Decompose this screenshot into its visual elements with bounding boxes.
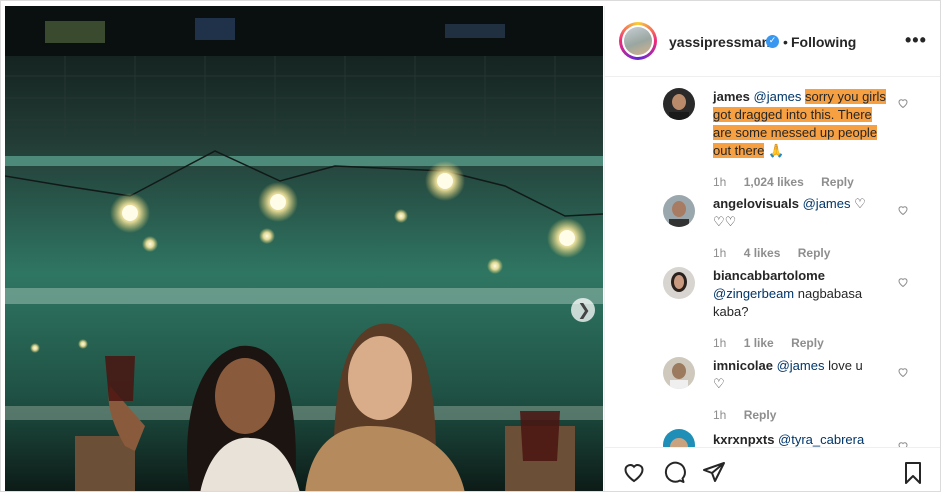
comment-likes[interactable]: 4 likes <box>744 246 781 260</box>
comment-time[interactable]: 1h <box>713 408 726 422</box>
comment-time[interactable]: 1h <box>713 246 726 260</box>
comment-list[interactable]: james @james sorry you girls got dragged… <box>605 77 940 447</box>
more-options-button[interactable]: ••• <box>905 30 927 51</box>
like-comment-heart-icon[interactable] <box>897 203 909 216</box>
comment-time[interactable]: 1h <box>713 336 726 350</box>
comment-text: angelovisuals @james ♡ ♡♡ <box>713 195 889 231</box>
post-photo[interactable]: ❯ <box>5 6 603 491</box>
commenter-avatar[interactable] <box>663 357 695 389</box>
emoji: 🙏 <box>767 143 785 158</box>
like-comment-heart-icon[interactable] <box>897 275 909 288</box>
comment-meta: 1h 4 likes Reply <box>713 246 844 260</box>
comment-icon[interactable] <box>661 460 687 489</box>
mention-link[interactable]: @zingerbeam <box>713 286 794 301</box>
comment-username[interactable]: imnicolae <box>713 358 773 373</box>
comment-meta: 1h 1 like Reply <box>713 336 838 350</box>
heart-icon[interactable] <box>621 460 647 489</box>
commenter-avatar[interactable] <box>663 429 695 447</box>
commenter-avatar[interactable] <box>663 88 695 120</box>
post-header: yassipressman ✓ • Following ••• <box>605 6 940 77</box>
reply-button[interactable]: Reply <box>744 408 777 422</box>
separator: • <box>783 34 788 50</box>
mention-link[interactable]: @james <box>803 196 851 211</box>
commenter-avatar[interactable] <box>663 267 695 299</box>
comment-likes[interactable]: 1 like <box>744 336 774 350</box>
comment-username[interactable]: james <box>713 89 750 104</box>
verified-icon: ✓ <box>766 35 779 48</box>
side-panel: yassipressman ✓ • Following ••• james @j… <box>604 6 940 491</box>
comment-username[interactable]: angelovisuals <box>713 196 799 211</box>
comment-meta: 1h 1,024 likes Reply <box>713 175 868 189</box>
reply-button[interactable]: Reply <box>821 175 854 189</box>
comment-likes[interactable]: 1,024 likes <box>744 175 804 189</box>
comment-text: kxrxnpxts @tyra_cabrera <box>713 431 889 447</box>
like-comment-heart-icon[interactable] <box>897 365 909 378</box>
mention-link[interactable]: @james <box>754 89 802 104</box>
mention-link[interactable]: @james <box>777 358 825 373</box>
comment-text: biancabbartolome @zingerbeam nagbabasa k… <box>713 267 889 321</box>
mention-link[interactable]: @tyra_cabrera <box>778 432 864 447</box>
reply-button[interactable]: Reply <box>798 246 831 260</box>
following-button[interactable]: Following <box>791 34 856 50</box>
comment-body: love u <box>828 358 863 373</box>
comment-meta: 1h Reply <box>713 408 790 422</box>
action-bar <box>605 447 940 491</box>
reply-button[interactable]: Reply <box>791 336 824 350</box>
comment-time[interactable]: 1h <box>713 175 726 189</box>
post-viewer: ❯ yassipressman ✓ • Following ••• james … <box>0 0 941 492</box>
avatar[interactable] <box>619 22 657 60</box>
emoji: ♡ <box>713 376 725 391</box>
comment-text: james @james sorry you girls got dragged… <box>713 88 889 160</box>
comment-username[interactable]: kxrxnpxts <box>713 432 774 447</box>
username[interactable]: yassipressman <box>669 34 770 50</box>
post-photo-graphic <box>5 6 603 491</box>
bookmark-icon[interactable] <box>901 460 925 491</box>
comment-username[interactable]: biancabbartolome <box>713 268 825 283</box>
like-comment-heart-icon[interactable] <box>897 439 909 447</box>
share-icon[interactable] <box>701 460 727 489</box>
commenter-avatar[interactable] <box>663 195 695 227</box>
comment-text: imnicolae @james love u ♡ <box>713 357 889 393</box>
chevron-right-icon: ❯ <box>577 300 591 319</box>
next-photo-button[interactable]: ❯ <box>571 298 595 322</box>
like-comment-heart-icon[interactable] <box>897 96 909 109</box>
